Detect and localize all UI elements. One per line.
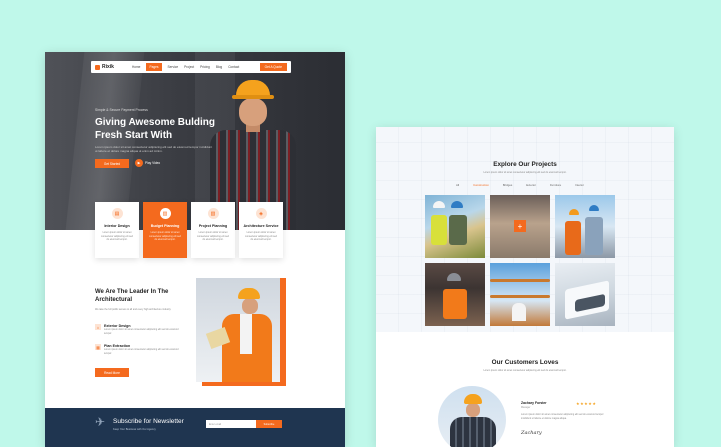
filter-tab-interior[interactable]: Interior bbox=[575, 183, 584, 187]
nav-item-contact[interactable]: Contact bbox=[228, 65, 239, 69]
reviewer-name: Zachary Forster bbox=[521, 401, 547, 405]
newsletter-subtitle: Keep Your Business with Our Agency bbox=[113, 428, 156, 431]
project-tile[interactable] bbox=[490, 263, 550, 326]
services-row: ▤ Interior Design Lorem ipsum dolor sit am… bbox=[95, 202, 283, 258]
plus-icon[interactable]: + bbox=[514, 220, 526, 232]
nav-item-home[interactable]: Home bbox=[132, 65, 141, 69]
hero-description: Lorem ipsum dolor sit amet consectetur a… bbox=[95, 145, 213, 153]
reviewer-role: Manager bbox=[521, 406, 531, 409]
nav-item-pages[interactable]: Pages bbox=[146, 63, 162, 71]
about-description: We take the full public access to all an… bbox=[95, 308, 172, 311]
project-filters: All Construction Bridges Exterior Furniture I… bbox=[456, 183, 584, 187]
plan-icon: ▦ bbox=[95, 344, 101, 350]
newsletter-email-input[interactable]: Enter email bbox=[206, 420, 256, 428]
newsletter-section: ✈ Subscribe for Newsletter Keep Your Bus… bbox=[45, 408, 345, 447]
service-description: Lorem ipsum dolor sit amet consectetur a… bbox=[245, 231, 277, 241]
reviewer-signature: Zachary bbox=[521, 430, 542, 436]
nav-menu: Home Pages Service Project Pricing Blog Contac… bbox=[132, 63, 239, 71]
review-text: Lorem ipsum dolor sit amet consectetur a… bbox=[521, 413, 604, 420]
filter-tab-construction[interactable]: Construction bbox=[473, 183, 489, 187]
service-description: Lorem ipsum dolor sit amet consectetur a… bbox=[149, 231, 181, 241]
filter-tab-bridges[interactable]: Bridges bbox=[503, 183, 512, 187]
homepage-mockup-left: Rixik Home Pages Service Project Pricing Blog… bbox=[45, 52, 345, 447]
filter-tab-all[interactable]: All bbox=[456, 183, 459, 187]
logo[interactable]: Rixik bbox=[95, 64, 114, 70]
logo-icon bbox=[95, 64, 100, 70]
projects-title: Explore Our Projects bbox=[493, 161, 557, 168]
service-card-architecture-service[interactable]: ◈ Architecture Service Lorem ipsum dolor s… bbox=[239, 202, 283, 258]
service-title: Interior Design bbox=[104, 224, 130, 228]
project-tile[interactable] bbox=[425, 263, 485, 326]
chart-icon: ▥ bbox=[159, 208, 171, 219]
feature-plan-extraction: ▦ Plan Extraction Lorem ipsum dolor sit … bbox=[95, 344, 179, 355]
subscribe-button[interactable]: Subscribe bbox=[256, 420, 282, 428]
clipboard-icon: ▧ bbox=[207, 208, 219, 219]
project-grid: + bbox=[425, 195, 615, 326]
service-description: Lorem ipsum dolor sit amet consectetur a… bbox=[101, 231, 133, 241]
newsletter-title: Subscribe for Newsletter bbox=[113, 418, 184, 425]
compass-icon: ◈ bbox=[255, 208, 267, 219]
reviewer-avatar bbox=[438, 386, 506, 447]
service-card-budget-planning[interactable]: ▥ Budget Planning Lorem ipsum dolor sit am… bbox=[143, 202, 187, 258]
homepage-mockup-right: Explore Our Projects Lorem ipsum dolor s… bbox=[376, 127, 674, 447]
building-icon: ▤ bbox=[111, 208, 123, 219]
feature-exterior-design: ⌂ Exterior Design Lorem ipsum dolor sit … bbox=[95, 324, 179, 335]
project-tile[interactable] bbox=[555, 263, 615, 326]
read-more-button[interactable]: Read More bbox=[95, 368, 129, 377]
get-started-button[interactable]: Get Started bbox=[95, 159, 129, 168]
nav-item-project[interactable]: Project bbox=[184, 65, 194, 69]
filter-tab-exterior[interactable]: Exterior bbox=[526, 183, 536, 187]
service-card-interior-design[interactable]: ▤ Interior Design Lorem ipsum dolor sit am… bbox=[95, 202, 139, 258]
project-tile[interactable]: + bbox=[490, 195, 550, 258]
get-quote-button[interactable]: Get A Quote bbox=[259, 63, 287, 71]
service-card-project-planning[interactable]: ▧ Project Planning Lorem ipsum dolor sit a… bbox=[191, 202, 235, 258]
rating-stars-icon: ★★★★★ bbox=[576, 401, 597, 406]
customers-description: Lorem ipsum dolor sit amet consectetur a… bbox=[483, 369, 567, 372]
customers-title: Our Customers Loves bbox=[491, 359, 559, 366]
nav-item-pricing[interactable]: Pricing bbox=[200, 65, 210, 69]
play-icon: ▶ bbox=[135, 159, 143, 167]
service-title: Budget Planning bbox=[150, 224, 180, 228]
hero-kicker: Simple & Secure Payment Process bbox=[95, 108, 148, 112]
service-description: Lorem ipsum dolor sit amet consectetur a… bbox=[197, 231, 229, 241]
nav-item-service[interactable]: Service bbox=[168, 65, 179, 69]
project-tile[interactable] bbox=[425, 195, 485, 258]
project-tile[interactable] bbox=[555, 195, 615, 258]
top-nav: Rixik Home Pages Service Project Pricing Blog… bbox=[91, 61, 291, 73]
home-icon: ⌂ bbox=[95, 324, 101, 330]
paper-plane-icon: ✈ bbox=[95, 415, 106, 429]
about-worker-image bbox=[196, 278, 280, 382]
nav-item-blog[interactable]: Blog bbox=[216, 65, 222, 69]
projects-description: Lorem ipsum dolor sit amet consectetur a… bbox=[483, 171, 567, 174]
filter-tab-furniture[interactable]: Furniture bbox=[550, 183, 561, 187]
service-title: Architecture Service bbox=[243, 224, 279, 228]
about-title: We Are The Leader In The Architectural bbox=[95, 289, 169, 303]
service-title: Project Planning bbox=[198, 224, 228, 228]
play-video-button[interactable]: ▶ Play Video bbox=[135, 159, 160, 167]
hero-title: Giving Awesome Bulding Fresh Start With bbox=[95, 117, 216, 141]
